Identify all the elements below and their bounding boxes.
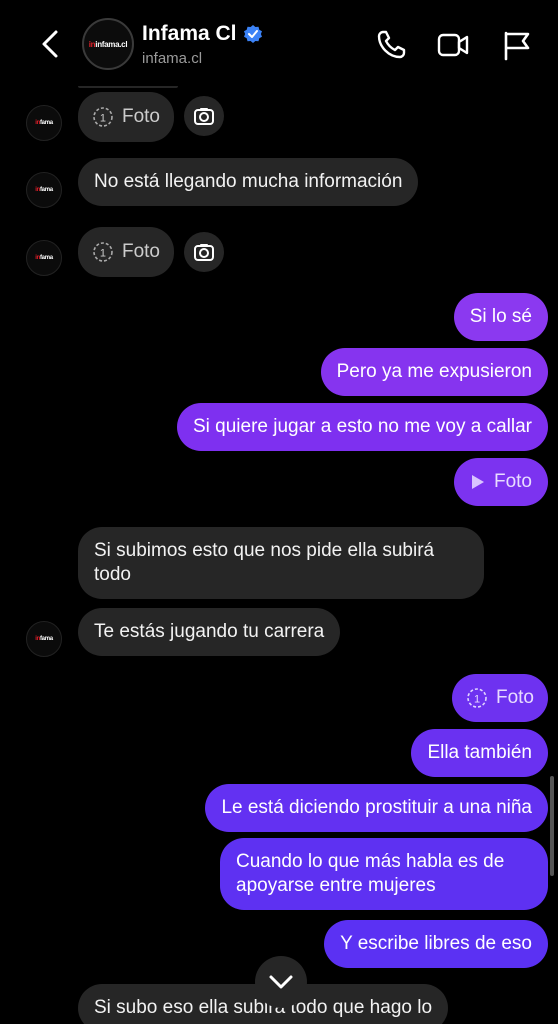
svg-text:1: 1: [100, 112, 106, 124]
view-once-icon: 1: [93, 242, 113, 262]
photo-message[interactable]: 1 Foto: [78, 92, 174, 142]
photo-message-sent[interactable]: 1 Foto: [451, 674, 548, 722]
message-text: Si lo sé: [469, 306, 532, 327]
message-text: Si quiere jugar a esto no me voy a calla…: [192, 416, 532, 437]
chat-header: ininfama.cl Infama Cl infama.cl: [0, 0, 558, 86]
message-text: Pero ya me expusieron: [336, 361, 532, 382]
sender-avatar[interactable]: infama: [26, 105, 62, 141]
svg-text:1: 1: [474, 694, 480, 706]
previous-bubble-edge: [78, 86, 178, 88]
message-thread[interactable]: infama 1 Foto infama No está llegando mu…: [0, 86, 558, 1024]
message-text: No está llegando mucha información: [94, 171, 403, 192]
photo-label: Foto: [495, 687, 534, 708]
back-chevron-icon[interactable]: [36, 26, 66, 62]
message-text: Ella también: [427, 742, 532, 763]
contact-handle: infama.cl: [142, 50, 203, 67]
scroll-to-bottom-button[interactable]: [255, 956, 307, 1008]
play-icon: [471, 475, 484, 489]
camera-reply-icon[interactable]: [184, 96, 224, 136]
outgoing-message[interactable]: Y escribe libres de eso: [324, 920, 548, 968]
outgoing-message[interactable]: Si quiere jugar a esto no me voy a calla…: [176, 403, 548, 451]
incoming-message[interactable]: No está llegando mucha información: [78, 158, 419, 206]
avatar-logo: ininfama.cl: [88, 39, 128, 49]
photo-label: Foto: [121, 241, 160, 262]
photo-label: Foto: [121, 106, 160, 127]
message-text: Cuando lo que más habla es de apoyarse e…: [236, 851, 505, 896]
photo-message[interactable]: 1 Foto: [78, 227, 174, 277]
sender-avatar[interactable]: infama: [26, 621, 62, 657]
chevron-down-icon: [269, 975, 293, 989]
sender-avatar[interactable]: infama: [26, 240, 62, 276]
outgoing-message[interactable]: Le está diciendo prostituir a una niña: [205, 784, 548, 832]
outgoing-message[interactable]: Ella también: [411, 729, 548, 777]
camera-icon: [194, 108, 214, 125]
scrollbar[interactable]: [550, 776, 554, 876]
incoming-message[interactable]: Te estás jugando tu carrera: [78, 608, 341, 656]
video-camera-icon[interactable]: [436, 28, 470, 62]
message-text: Y escribe libres de eso: [340, 933, 532, 954]
photo-message-sent[interactable]: Foto: [453, 458, 548, 506]
sender-avatar[interactable]: infama: [26, 172, 62, 208]
contact-name[interactable]: Infama Cl: [142, 22, 263, 46]
view-once-icon: 1: [467, 688, 487, 708]
view-once-icon: 1: [93, 107, 113, 127]
message-text: Le está diciendo prostituir a una niña: [221, 797, 532, 818]
camera-reply-icon[interactable]: [184, 232, 224, 272]
outgoing-message[interactable]: Cuando lo que más habla es de apoyarse e…: [220, 838, 548, 910]
flag-icon[interactable]: [500, 28, 534, 62]
incoming-message[interactable]: Si subimos esto que nos pide ella subirá…: [78, 527, 484, 599]
outgoing-message[interactable]: Si lo sé: [453, 293, 548, 341]
phone-icon[interactable]: [374, 28, 408, 62]
camera-icon: [194, 244, 214, 261]
photo-label: Foto: [493, 471, 532, 492]
contact-name-text: Infama Cl: [142, 22, 237, 45]
message-text: Si subimos esto que nos pide ella subirá…: [94, 540, 435, 585]
verified-badge-icon: [243, 25, 262, 43]
outgoing-message[interactable]: Pero ya me expusieron: [320, 348, 548, 396]
svg-text:1: 1: [100, 247, 106, 259]
profile-avatar[interactable]: ininfama.cl: [82, 18, 134, 70]
message-text: Te estás jugando tu carrera: [94, 621, 325, 642]
